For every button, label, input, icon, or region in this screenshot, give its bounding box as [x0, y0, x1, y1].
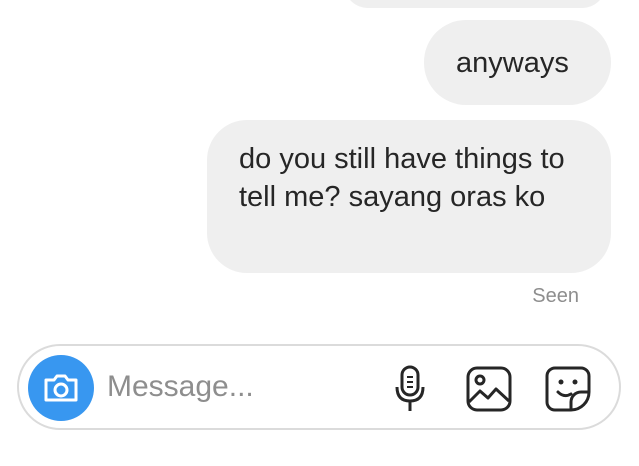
camera-icon	[44, 374, 78, 402]
message-composer	[17, 344, 621, 430]
message-bubble[interactable]	[344, 0, 606, 8]
sticker-icon	[545, 366, 591, 412]
message-text: anyways	[456, 47, 569, 79]
gallery-button[interactable]	[464, 364, 514, 414]
image-icon	[466, 366, 512, 412]
message-bubble[interactable]: do you still have things to tell me? say…	[207, 120, 611, 273]
message-text: do you still have things to tell me? say…	[239, 143, 565, 213]
microphone-icon	[395, 365, 425, 411]
seen-status: Seen	[532, 285, 579, 307]
camera-button[interactable]	[28, 355, 94, 421]
sticker-button[interactable]	[543, 364, 593, 414]
chat-screen: anyways do you still have things to tell…	[0, 0, 639, 466]
message-input[interactable]	[107, 364, 367, 410]
message-bubble[interactable]: anyways	[424, 20, 611, 105]
voice-message-button[interactable]	[385, 364, 435, 414]
